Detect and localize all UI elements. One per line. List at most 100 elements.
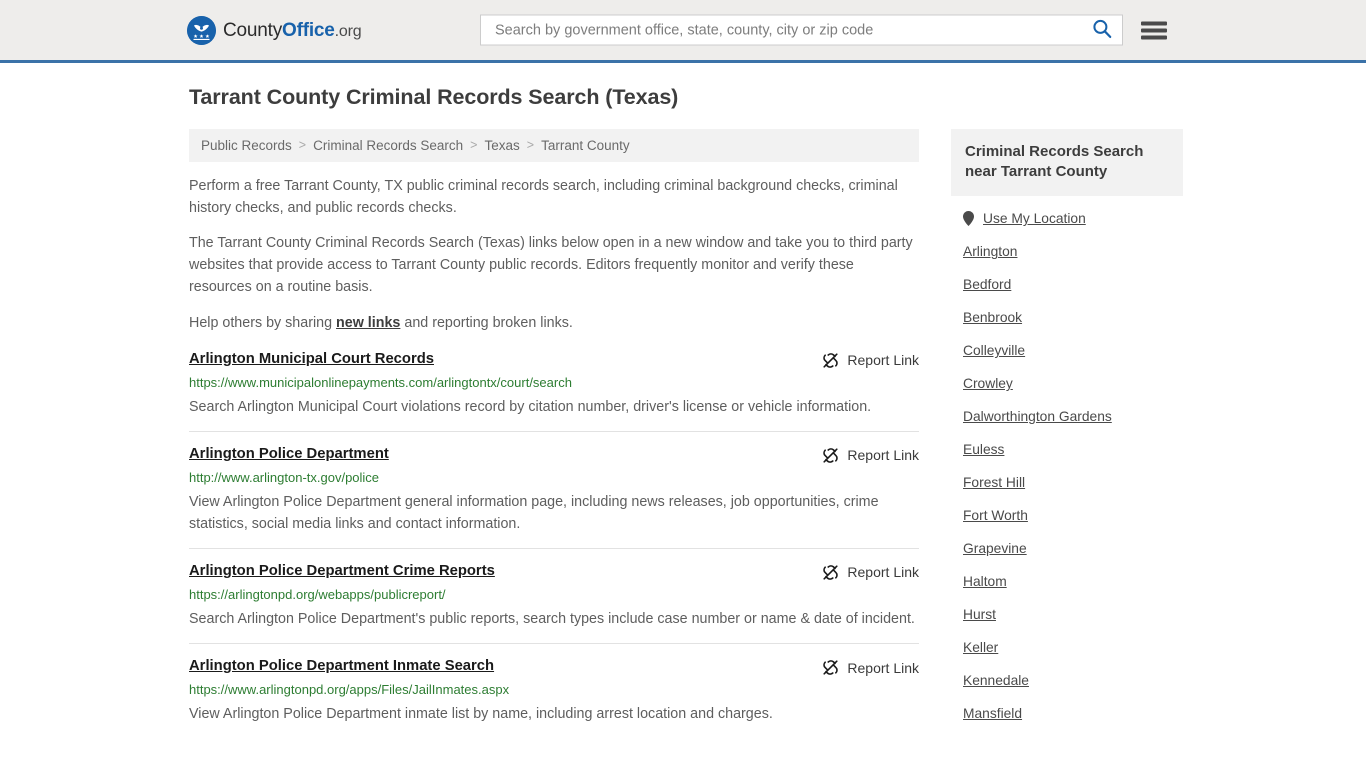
sidebar-city-link[interactable]: Fort Worth <box>963 508 1028 523</box>
result-title-link[interactable]: Arlington Police Department <box>189 446 389 464</box>
report-link-button[interactable]: Report Link <box>822 351 919 369</box>
broken-link-icon <box>822 659 839 676</box>
result-header: Arlington Police Department Report Link <box>189 446 919 464</box>
intro-paragraph-1: Perform a free Tarrant County, TX public… <box>189 177 898 216</box>
breadcrumb-separator: > <box>298 138 307 153</box>
hamburger-bar <box>1141 21 1167 25</box>
sidebar-city-item[interactable]: Forest Hill <box>951 466 1183 499</box>
brand-text-org: .org <box>334 22 362 40</box>
content-columns: Public Records > Criminal Records Search > T… <box>183 128 1183 738</box>
sidebar-city-link[interactable]: Mansfield <box>963 706 1022 721</box>
broken-link-icon <box>822 352 839 369</box>
sidebar-city-item[interactable]: Colleyville <box>951 334 1183 367</box>
sidebar-city-link[interactable]: Hurst <box>963 607 996 622</box>
brand-wordmark: CountyOffice.org <box>223 19 362 41</box>
breadcrumb-item[interactable]: Public Records <box>201 138 292 153</box>
search-box[interactable] <box>480 14 1123 46</box>
header-search-area <box>480 14 1167 46</box>
search-icon <box>1092 19 1112 42</box>
intro-paragraph-3: Help others by sharing new links and rep… <box>189 312 919 334</box>
report-link-label: Report Link <box>847 352 919 369</box>
breadcrumb-separator: > <box>470 138 478 153</box>
hamburger-menu-icon[interactable] <box>1141 19 1167 41</box>
result-url: https://arlingtonpd.org/webapps/publicre… <box>189 586 446 602</box>
sidebar-city-item[interactable]: Grapevine <box>951 532 1183 565</box>
intro-p3-after: and reporting broken links. <box>400 314 573 331</box>
sidebar-city-link[interactable]: Dalworthington Gardens <box>963 409 1112 424</box>
breadcrumb-item[interactable]: Criminal Records Search <box>313 138 463 153</box>
sidebar-city-link[interactable]: Bedford <box>963 277 1011 292</box>
report-link-label: Report Link <box>847 659 919 676</box>
report-link-label: Report Link <box>847 564 919 581</box>
result-description: View Arlington Police Department inmate … <box>189 705 773 722</box>
intro-paragraph-2: The Tarrant County Criminal Records Sear… <box>189 235 913 296</box>
report-link-button[interactable]: Report Link <box>822 446 919 464</box>
sidebar-city-item[interactable]: Mansfield <box>951 697 1183 730</box>
sidebar-city-item[interactable]: Bedford <box>951 268 1183 301</box>
result-item: Arlington Municipal Court Records Report … <box>189 347 919 431</box>
breadcrumb-item: Tarrant County <box>541 137 630 153</box>
header-inner: CountyOffice.org <box>183 0 1183 60</box>
sidebar-item-use-my-location[interactable]: Use My Location <box>951 202 1183 235</box>
new-links-link[interactable]: new links <box>336 315 400 331</box>
result-item: Arlington Police Department Crime Report… <box>189 547 919 643</box>
site-logo-link[interactable]: CountyOffice.org <box>187 15 362 45</box>
sidebar-city-link[interactable]: Benbrook <box>963 310 1022 325</box>
sidebar-city-link[interactable]: Haltom <box>963 574 1007 589</box>
breadcrumb-item[interactable]: Texas <box>484 138 519 153</box>
sidebar: Criminal Records Search near Tarrant Cou… <box>951 128 1183 731</box>
result-description: Search Arlington Municipal Court violati… <box>189 398 872 415</box>
result-title-link[interactable]: Arlington Police Department Crime Report… <box>189 563 495 581</box>
hamburger-bar <box>1141 35 1167 39</box>
sidebar-city-link[interactable]: Kennedale <box>963 673 1029 688</box>
brand-text-county: County <box>223 19 283 41</box>
sidebar-heading: Criminal Records Search near Tarrant Cou… <box>951 128 1183 197</box>
result-url: https://www.municipalonlinepayments.com/… <box>189 374 572 390</box>
sidebar-city-list: Use My Location Arlington Bedford Benbrook… <box>951 196 1183 730</box>
main-content: Public Records > Criminal Records Search > T… <box>189 128 919 738</box>
sidebar-city-link[interactable]: Grapevine <box>963 541 1027 556</box>
page-container: Tarrant County Criminal Records Search (… <box>183 63 1183 738</box>
page-title: Tarrant County Criminal Records Search (… <box>189 85 679 109</box>
sidebar-city-link[interactable]: Colleyville <box>963 343 1025 358</box>
report-link-label: Report Link <box>847 447 919 464</box>
broken-link-icon <box>822 564 839 581</box>
intro-text: Perform a free Tarrant County, TX public… <box>189 175 919 334</box>
result-item: Arlington Police Department Report Link ht… <box>189 430 919 548</box>
hamburger-bar <box>1141 28 1167 32</box>
sidebar-city-item[interactable]: Arlington <box>951 235 1183 268</box>
sidebar-city-link[interactable]: Euless <box>963 442 1004 457</box>
sidebar-city-item[interactable]: Crowley <box>951 367 1183 400</box>
sidebar-city-item[interactable]: Haltom <box>951 565 1183 598</box>
use-my-location-link[interactable]: Use My Location <box>983 211 1086 226</box>
sidebar-city-item[interactable]: Fort Worth <box>951 499 1183 532</box>
sidebar-city-item[interactable]: Dalworthington Gardens <box>951 400 1183 433</box>
result-description: Search Arlington Police Department's pub… <box>189 610 915 627</box>
result-title-link[interactable]: Arlington Police Department Inmate Searc… <box>189 658 494 676</box>
breadcrumb: Public Records > Criminal Records Search > T… <box>189 128 919 162</box>
result-item: Arlington Police Department Inmate Searc… <box>189 643 919 738</box>
search-input[interactable] <box>493 15 1090 45</box>
result-header: Arlington Police Department Inmate Searc… <box>189 658 919 676</box>
report-link-button[interactable]: Report Link <box>822 658 919 676</box>
sidebar-city-item[interactable]: Hurst <box>951 598 1183 631</box>
sidebar-city-link[interactable]: Keller <box>963 640 998 655</box>
sidebar-city-item[interactable]: Euless <box>951 433 1183 466</box>
result-url: http://www.arlington-tx.gov/police <box>189 469 380 485</box>
sidebar-city-item[interactable]: Keller <box>951 631 1183 664</box>
result-title-link[interactable]: Arlington Municipal Court Records <box>189 351 434 369</box>
report-link-button[interactable]: Report Link <box>822 563 919 581</box>
sidebar-city-item[interactable]: Kennedale <box>951 664 1183 697</box>
sidebar-city-link[interactable]: Forest Hill <box>963 475 1025 490</box>
result-description: View Arlington Police Department general… <box>189 493 879 532</box>
sidebar-city-link[interactable]: Arlington <box>963 244 1017 259</box>
search-button[interactable] <box>1090 19 1114 42</box>
sidebar-city-item[interactable]: Benbrook <box>951 301 1183 334</box>
result-header: Arlington Municipal Court Records Report … <box>189 351 919 369</box>
breadcrumb-separator: > <box>526 138 535 153</box>
intro-p3-before: Help others by sharing <box>189 314 337 331</box>
results-list: Arlington Municipal Court Records Report … <box>189 347 919 738</box>
sidebar-city-link[interactable]: Crowley <box>963 376 1013 391</box>
site-header: CountyOffice.org <box>0 0 1366 63</box>
county-office-logo-icon <box>187 15 216 45</box>
